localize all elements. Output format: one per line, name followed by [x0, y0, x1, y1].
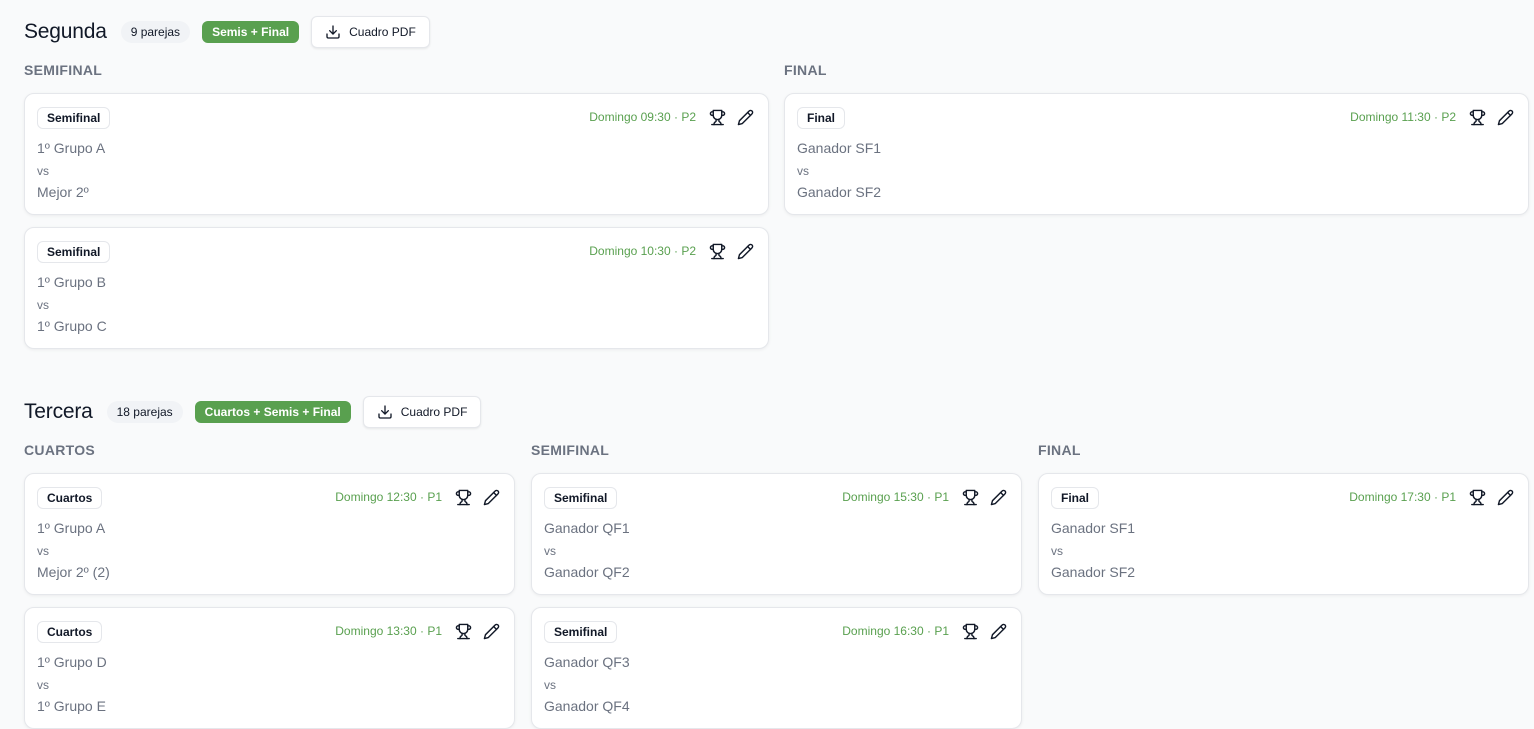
match-schedule: Domingo 11:30 · P2 — [1350, 110, 1456, 124]
round-column-title: SEMIFINAL — [531, 442, 610, 458]
match-actions: Domingo 15:30 · P1 — [842, 488, 1007, 506]
download-icon — [325, 24, 341, 40]
team-2: Mejor 2º — [37, 184, 89, 200]
match-card: Final Domingo 11:30 · P2 Ganador SF1 vs Gana… — [784, 93, 1529, 215]
match-actions: Domingo 10:30 · P2 — [589, 242, 754, 260]
match-actions: Domingo 17:30 · P1 — [1349, 488, 1514, 506]
match-schedule: Domingo 15:30 · P1 — [842, 490, 949, 504]
team-2: Ganador QF2 — [544, 564, 630, 580]
trophy-icon[interactable] — [1468, 108, 1486, 126]
round-column-title: FINAL — [784, 62, 827, 78]
category-header: Tercera 18 parejas Cuartos + Semis + Final… — [24, 396, 482, 428]
category-title: Segunda — [24, 20, 107, 43]
team-2: Ganador SF2 — [797, 184, 882, 200]
team-1: 1º Grupo A — [37, 140, 106, 156]
match-schedule: Domingo 09:30 · P2 — [589, 110, 696, 124]
pencil-icon[interactable] — [482, 622, 500, 640]
trophy-icon[interactable] — [961, 622, 979, 640]
match-card: Cuartos Domingo 12:30 · P1 1º Grupo A vs Mej… — [24, 473, 515, 595]
match-schedule: Domingo 13:30 · P1 — [335, 624, 442, 638]
vs-label: vs — [37, 298, 49, 312]
pencil-icon[interactable] — [482, 488, 500, 506]
match-card: Semifinal Domingo 15:30 · P1 Ganador QF1 vs… — [531, 473, 1022, 595]
team-1: 1º Grupo A — [37, 520, 106, 536]
pencil-icon[interactable] — [1496, 108, 1514, 126]
match-card: Semifinal Domingo 09:30 · P2 1º Grupo A vs M… — [24, 93, 769, 215]
trophy-icon[interactable] — [1468, 488, 1486, 506]
download-pdf-button[interactable]: Cuadro PDF — [362, 396, 482, 428]
category-header: Segunda 9 parejas Semis + Final Cuadro PDF — [24, 16, 430, 48]
trophy-icon[interactable] — [454, 622, 472, 640]
team-2: 1º Grupo E — [37, 698, 106, 714]
trophy-icon[interactable] — [454, 488, 472, 506]
pairs-count-badge: 18 parejas — [106, 401, 183, 423]
round-badge: Cuartos — [37, 621, 103, 643]
download-pdf-label: Cuadro PDF — [349, 25, 416, 39]
download-pdf-button[interactable]: Cuadro PDF — [311, 16, 430, 48]
vs-label: vs — [1051, 544, 1063, 558]
vs-label: vs — [37, 678, 49, 692]
round-badge: Final — [1051, 487, 1100, 509]
vs-label: vs — [37, 544, 49, 558]
round-badge: Semifinal — [37, 241, 111, 263]
team-2: Mejor 2º (2) — [37, 564, 110, 580]
round-badge: Semifinal — [544, 487, 618, 509]
vs-label: vs — [797, 164, 809, 178]
round-badge: Semifinal — [37, 107, 111, 129]
trophy-icon[interactable] — [961, 488, 979, 506]
team-1: Ganador QF1 — [544, 520, 630, 536]
round-column-title: SEMIFINAL — [24, 62, 103, 78]
team-1: 1º Grupo D — [37, 654, 107, 670]
round-badge: Semifinal — [544, 621, 618, 643]
trophy-icon[interactable] — [708, 108, 726, 126]
match-card: Semifinal Domingo 16:30 · P1 Ganador QF3 vs… — [531, 607, 1022, 729]
match-actions: Domingo 09:30 · P2 — [589, 108, 754, 126]
vs-label: vs — [544, 544, 556, 558]
match-actions: Domingo 13:30 · P1 — [335, 622, 500, 640]
team-1: Ganador SF1 — [1051, 520, 1136, 536]
match-actions: Domingo 16:30 · P1 — [842, 622, 1007, 640]
download-pdf-label: Cuadro PDF — [400, 405, 468, 419]
format-badge: Semis + Final — [202, 21, 300, 43]
pencil-icon[interactable] — [989, 622, 1007, 640]
team-2: Ganador SF2 — [1051, 564, 1136, 580]
trophy-icon[interactable] — [708, 242, 726, 260]
round-badge: Final — [797, 107, 846, 129]
team-1: Ganador SF1 — [797, 140, 882, 156]
round-column-title: FINAL — [1038, 442, 1081, 458]
pencil-icon[interactable] — [989, 488, 1007, 506]
match-card: Cuartos Domingo 13:30 · P1 1º Grupo D vs 1º … — [24, 607, 515, 729]
pencil-icon[interactable] — [736, 108, 754, 126]
match-card: Final Domingo 17:30 · P1 Ganador SF1 vs Gana… — [1038, 473, 1529, 595]
vs-label: vs — [544, 678, 556, 692]
round-column-title: CUARTOS — [24, 442, 96, 458]
round-badge: Cuartos — [37, 487, 103, 509]
match-schedule: Domingo 17:30 · P1 — [1349, 490, 1456, 504]
format-badge: Cuartos + Semis + Final — [194, 401, 351, 423]
team-2: Ganador QF4 — [544, 698, 630, 714]
download-icon — [377, 404, 393, 420]
match-actions: Domingo 11:30 · P2 — [1350, 108, 1514, 126]
match-actions: Domingo 12:30 · P1 — [335, 488, 500, 506]
team-1: Ganador QF3 — [544, 654, 630, 670]
match-schedule: Domingo 16:30 · P1 — [842, 624, 949, 638]
category-title: Tercera — [24, 400, 93, 423]
pencil-icon[interactable] — [736, 242, 754, 260]
vs-label: vs — [37, 164, 49, 178]
pencil-icon[interactable] — [1496, 488, 1514, 506]
match-schedule: Domingo 10:30 · P2 — [589, 244, 696, 258]
match-card: Semifinal Domingo 10:30 · P2 1º Grupo B vs 1… — [24, 227, 769, 349]
match-schedule: Domingo 12:30 · P1 — [335, 490, 442, 504]
team-1: 1º Grupo B — [37, 274, 106, 290]
team-2: 1º Grupo C — [37, 318, 107, 334]
pairs-count-badge: 9 parejas — [120, 21, 191, 43]
